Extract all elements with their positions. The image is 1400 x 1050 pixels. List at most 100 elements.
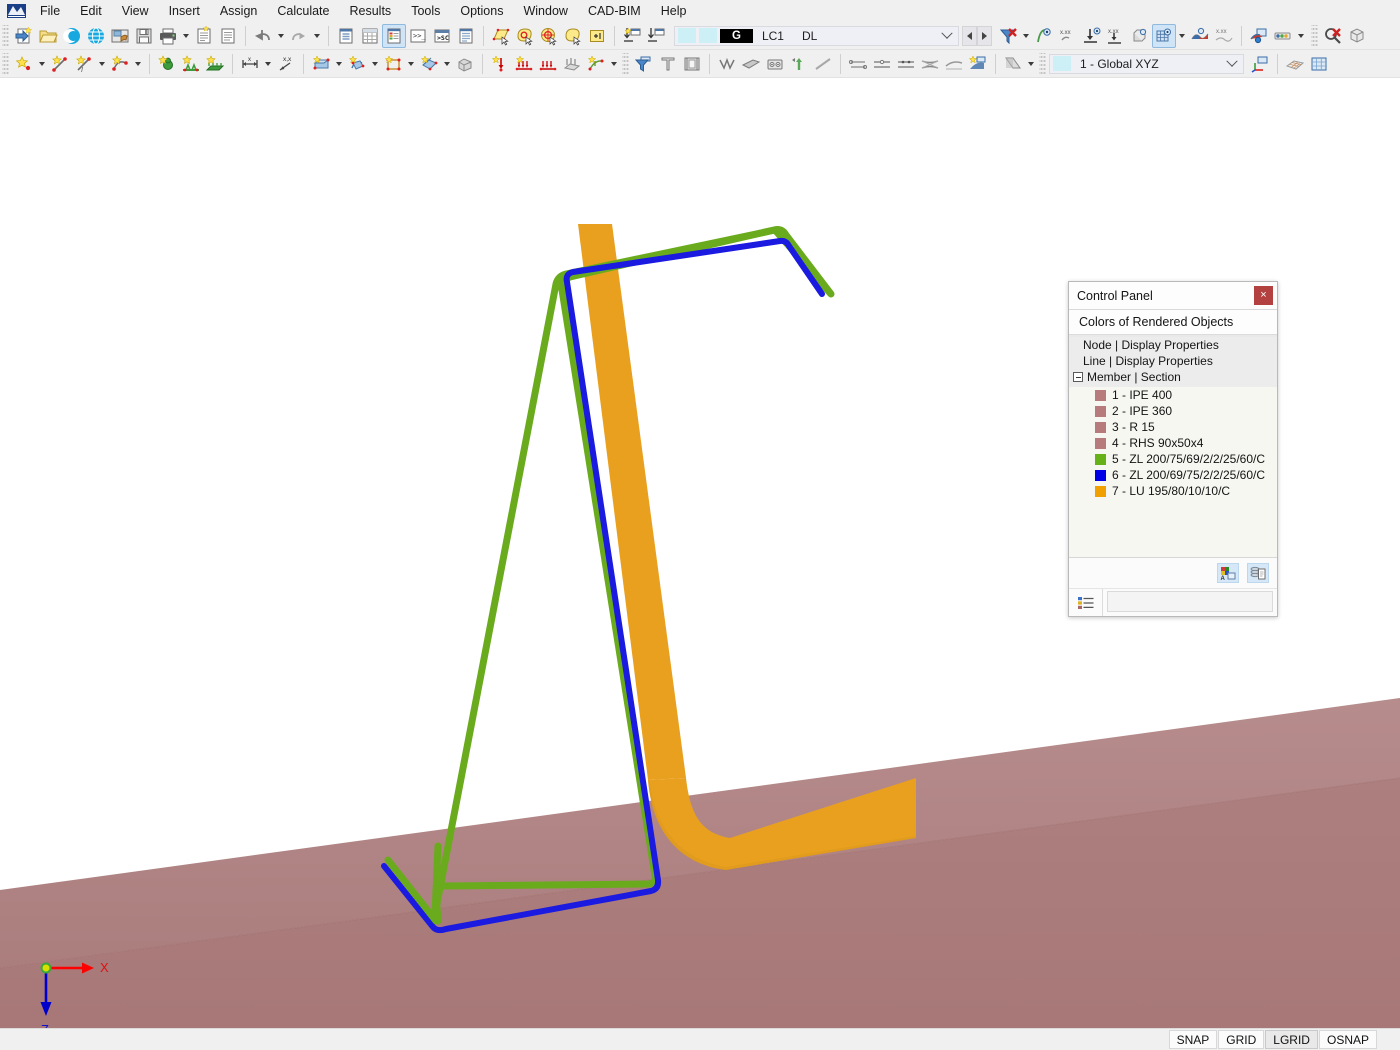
- tree-node-member-section[interactable]: Member | Section: [1069, 369, 1277, 385]
- open-model-button[interactable]: [36, 24, 60, 48]
- new-nodal-release-dropdown-caret[interactable]: [405, 52, 417, 76]
- new-solid-set-button[interactable]: [453, 52, 477, 76]
- clear-results-button[interactable]: [1321, 24, 1345, 48]
- status-osnap-button[interactable]: OSNAP: [1318, 1030, 1377, 1049]
- list-item[interactable]: 3 - R 15: [1069, 419, 1277, 435]
- menu-item-help[interactable]: Help: [651, 1, 697, 21]
- list-item[interactable]: 2 - IPE 360: [1069, 403, 1277, 419]
- list-item[interactable]: 5 - ZL 200/75/69/2/2/25/60/C: [1069, 451, 1277, 467]
- member-divide-button[interactable]: [894, 52, 918, 76]
- render-settings-button[interactable]: [1247, 24, 1271, 48]
- control-panel-button[interactable]: [382, 23, 406, 48]
- section-library-button[interactable]: [656, 52, 680, 76]
- new-free-load-dropdown-caret[interactable]: [608, 52, 620, 76]
- globe-button[interactable]: [84, 24, 108, 48]
- load-case-prev-button[interactable]: [962, 25, 977, 46]
- menu-item-options[interactable]: Options: [450, 1, 513, 21]
- menu-item-edit[interactable]: Edit: [70, 1, 112, 21]
- moving-load-button[interactable]: [739, 52, 763, 76]
- navigator-button[interactable]: [334, 24, 358, 48]
- list-item[interactable]: 4 - RHS 90x50x4: [1069, 435, 1277, 451]
- print-button[interactable]: [156, 24, 180, 48]
- document-button[interactable]: [216, 24, 240, 48]
- menu-item-cad-bim[interactable]: CAD-BIM: [578, 1, 651, 21]
- copy-stack-icon[interactable]: [1247, 563, 1269, 583]
- save-as-button[interactable]: [108, 24, 132, 48]
- new-surface-dropdown-caret[interactable]: [132, 52, 144, 76]
- menu-item-file[interactable]: File: [30, 1, 70, 21]
- new-node-dropdown-caret[interactable]: [36, 52, 48, 76]
- script-console-button[interactable]: >SC: [430, 24, 454, 48]
- chevron-down-icon[interactable]: [936, 32, 958, 40]
- new-dimension-button[interactable]: x: [238, 52, 262, 76]
- coordinate-system-combo[interactable]: 1 - Global XYZ: [1049, 53, 1244, 74]
- support-reactions-button[interactable]: [1080, 24, 1104, 48]
- new-line-load-button[interactable]: [536, 52, 560, 76]
- new-opening-dropdown-caret[interactable]: [369, 52, 381, 76]
- tree-node-line-display-properties[interactable]: Line | Display Properties: [1069, 353, 1277, 369]
- undo-dropdown-caret[interactable]: [275, 24, 287, 48]
- menu-item-calculate[interactable]: Calculate: [267, 1, 339, 21]
- new-member-load-button[interactable]: [512, 52, 536, 76]
- color-palette-icon[interactable]: A: [1217, 563, 1239, 583]
- new-surface-support-button[interactable]: [203, 52, 227, 76]
- new-coordinate-label-button[interactable]: x,x: [274, 52, 298, 76]
- member-hinge-button[interactable]: [870, 52, 894, 76]
- result-legend-dropdown-caret[interactable]: [1295, 24, 1307, 48]
- tree-node-node-display-properties[interactable]: Node | Display Properties: [1069, 337, 1277, 353]
- new-printout-report-button[interactable]: [192, 24, 216, 48]
- reaction-values-button[interactable]: x.xx: [1104, 24, 1128, 48]
- insert-toolbar-grip[interactable]: [2, 52, 9, 75]
- new-opening-button[interactable]: [345, 52, 369, 76]
- ucs-chevron-down-icon[interactable]: [1221, 60, 1243, 68]
- solid-results-button[interactable]: [1128, 24, 1152, 48]
- new-surface-set-button[interactable]: [417, 52, 441, 76]
- new-model-button[interactable]: [12, 24, 36, 48]
- control-panel-value-field[interactable]: [1107, 591, 1273, 612]
- load-case-next-button[interactable]: [977, 25, 992, 46]
- legend-list-icon[interactable]: [1069, 589, 1103, 616]
- list-item[interactable]: 1 - IPE 400: [1069, 387, 1277, 403]
- new-surface-set-dropdown-caret[interactable]: [441, 52, 453, 76]
- toolbar-grip-2[interactable]: [1311, 24, 1318, 47]
- results-dropdown-caret[interactable]: [1020, 24, 1032, 48]
- new-free-load-button[interactable]: [584, 52, 608, 76]
- status-lgrid-button[interactable]: LGRID: [1265, 1030, 1318, 1049]
- tables-button[interactable]: [358, 24, 382, 48]
- new-solid-dropdown-caret[interactable]: [333, 52, 345, 76]
- result-legend-button[interactable]: [1271, 24, 1295, 48]
- new-line-button[interactable]: [48, 52, 72, 76]
- data-list-button[interactable]: [454, 24, 478, 48]
- deformation-display-button[interactable]: [1032, 24, 1056, 48]
- line-hinge-button[interactable]: [811, 52, 835, 76]
- import-loads-button[interactable]: [620, 24, 644, 48]
- menu-item-insert[interactable]: Insert: [159, 1, 210, 21]
- visibility-mode-dropdown-caret[interactable]: [1025, 52, 1037, 76]
- nodal-shift-button[interactable]: [787, 52, 811, 76]
- show-hide-results-button[interactable]: [996, 24, 1020, 48]
- menu-item-view[interactable]: View: [112, 1, 159, 21]
- select-plane-button[interactable]: [489, 24, 513, 48]
- new-nodal-support-button[interactable]: [155, 52, 179, 76]
- cube-button[interactable]: [1345, 24, 1369, 48]
- new-member-button[interactable]: I: [72, 52, 96, 76]
- undo-button[interactable]: [251, 24, 275, 48]
- selection-box-button[interactable]: [585, 24, 609, 48]
- list-item[interactable]: 7 - LU 195/80/10/10/C: [1069, 483, 1277, 499]
- section-view-button[interactable]: [680, 52, 704, 76]
- new-surface-button[interactable]: [108, 52, 132, 76]
- list-item[interactable]: 6 - ZL 200/69/75/2/2/25/60/C: [1069, 467, 1277, 483]
- surface-results-button[interactable]: [1152, 23, 1176, 48]
- select-objects-button[interactable]: [513, 24, 537, 48]
- new-node-button[interactable]: [12, 52, 36, 76]
- redo-dropdown-caret[interactable]: [311, 24, 323, 48]
- new-nodal-release-button[interactable]: [381, 52, 405, 76]
- menu-item-window[interactable]: Window: [513, 1, 577, 21]
- new-nodal-load-button[interactable]: [488, 52, 512, 76]
- grid-snap-button[interactable]: [1307, 52, 1331, 76]
- redo-button[interactable]: [287, 24, 311, 48]
- deselect-button[interactable]: [561, 24, 585, 48]
- ucs-toolbar-grip[interactable]: [1039, 52, 1046, 75]
- save-button[interactable]: [132, 24, 156, 48]
- visibility-mode-button[interactable]: [1001, 52, 1025, 76]
